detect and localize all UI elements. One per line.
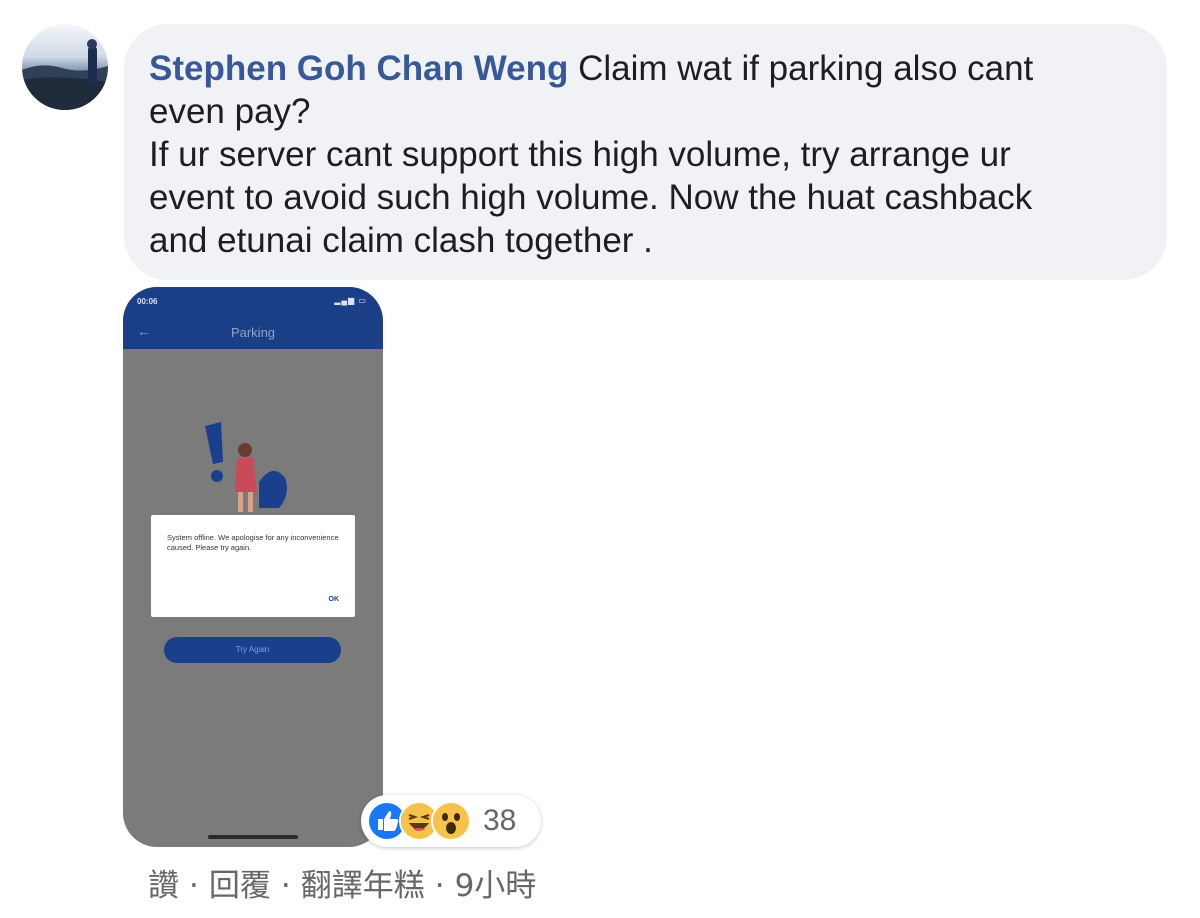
comment-timestamp[interactable]: 9小時 — [455, 868, 537, 904]
comment-actions: 讚 · 回覆 · 翻譯年糕 · 9小時 — [148, 860, 536, 905]
error-illustration-icon — [205, 422, 287, 512]
dialog-ok-button: OK — [328, 596, 340, 603]
signal-battery-icon: ▂▄▆ ▭ — [334, 296, 367, 305]
separator-dot: · — [280, 868, 291, 904]
comment-text-line: Claim wat if parking also cant — [578, 49, 1034, 88]
try-again-button: Try Again — [164, 637, 341, 663]
reaction-count: 38 — [483, 804, 517, 837]
reactions-summary[interactable]: 38 — [361, 795, 541, 847]
comment-text-line: event to avoid such high volume. Now the… — [149, 178, 1033, 217]
wow-icon — [431, 801, 471, 841]
phone-screen-title: Parking — [230, 325, 276, 340]
comment-first-line: Stephen Goh Chan Weng Claim wat if parki… — [149, 47, 1127, 90]
like-link[interactable]: 讚 — [148, 868, 179, 904]
separator-dot: · — [189, 868, 199, 904]
separator-dot: · — [434, 868, 445, 904]
attached-screenshot[interactable]: 00:06 ▂▄▆ ▭ ← Parking System offline. We… — [123, 287, 383, 847]
translate-link[interactable]: 翻譯年糕 — [301, 868, 425, 904]
home-indicator — [208, 835, 298, 839]
reply-link[interactable]: 回覆 — [209, 868, 271, 904]
avatar-photo — [22, 39, 108, 110]
comment-bubble: Stephen Goh Chan Weng Claim wat if parki… — [124, 24, 1167, 280]
comment-text-line: If ur server cant support this high volu… — [149, 135, 1011, 174]
phone-status-time: 00:06 — [137, 297, 158, 306]
phone-app-header: 00:06 ▂▄▆ ▭ ← Parking — [123, 287, 383, 349]
error-dialog: System offline. We apologise for any inc… — [151, 515, 355, 617]
comment-text-line: and etunai claim clash together . — [149, 221, 653, 260]
dialog-message: System offline. We apologise for any inc… — [167, 533, 339, 552]
avatar[interactable] — [22, 24, 108, 110]
comment-author[interactable]: Stephen Goh Chan Weng — [149, 49, 568, 88]
comment-text-line: even pay? — [149, 92, 311, 131]
